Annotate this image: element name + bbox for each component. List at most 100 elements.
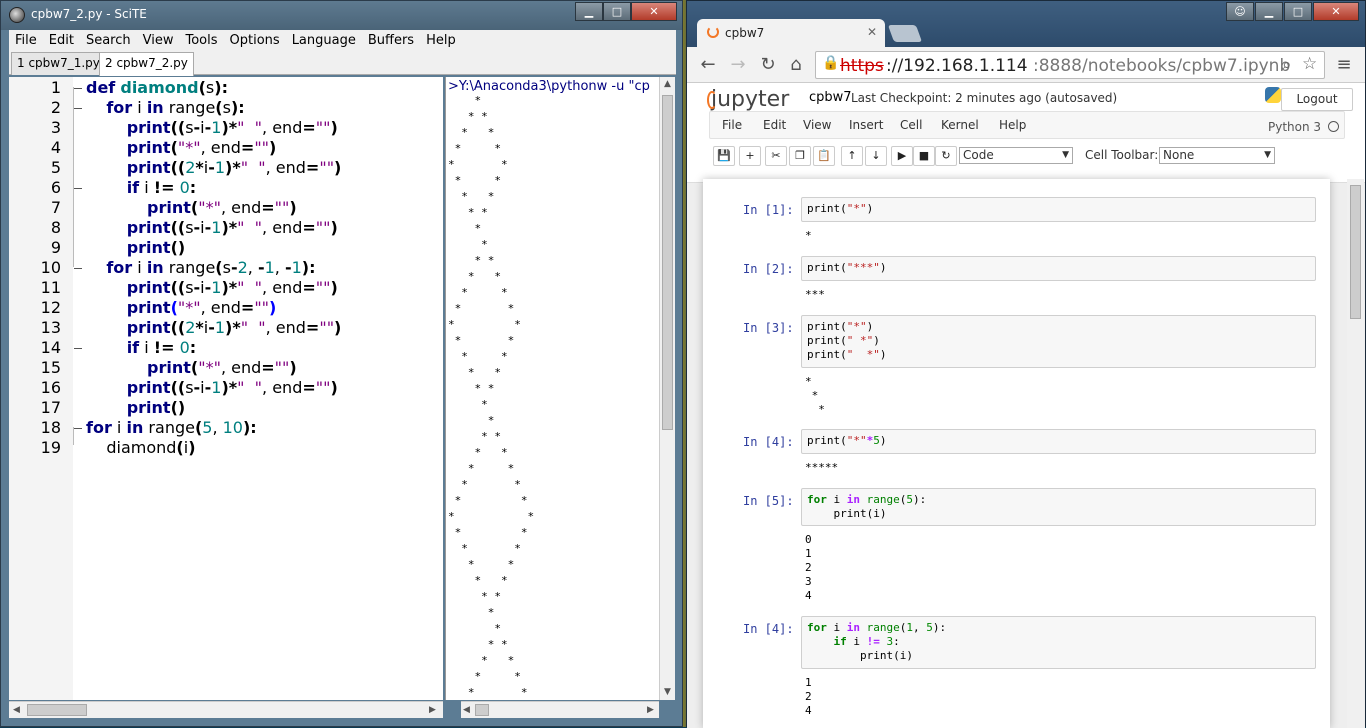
output-line: * * [448,190,495,203]
output-line: * [448,622,501,635]
menu-search[interactable]: Search [80,30,137,50]
menu-view[interactable]: View [137,30,180,50]
scroll-right-icon[interactable]: ▶ [429,705,436,715]
output-vertical-scrollbar[interactable]: ▲ ▼ [659,77,675,700]
nb-menu-view[interactable]: View [803,118,831,132]
fold-marker[interactable] [74,188,82,189]
output-pane[interactable]: >Y:\Anaconda3\pythonw -u "cp * * * * * *… [445,77,659,700]
nb-menu-kernel[interactable]: Kernel [941,118,979,132]
code-cell-input[interactable]: print("***") [801,256,1316,281]
code-line: print() [126,398,186,417]
fold-marker[interactable] [74,348,82,349]
menu-file[interactable]: File [9,30,43,50]
code-cell-input[interactable]: for i in range(1, 5): if i != 3: print(i… [801,616,1316,669]
menu-buffers[interactable]: Buffers [362,30,420,50]
copy-icon[interactable]: ❐ [789,146,811,166]
output-line: * * [448,654,515,667]
scite-titlebar[interactable]: cpbw7_2.py - SciTE ▁ □ ✕ [1,1,682,30]
maximize-button[interactable]: □ [1284,2,1312,21]
insecure-lock-icon: 🔒 [822,55,840,71]
browser-titlebar[interactable]: cpbw7 ✕ ☺ ▁ □ ✕ [687,1,1365,47]
fold-marker[interactable] [74,268,82,269]
scrollbar-thumb[interactable] [662,95,673,430]
close-button[interactable]: ✕ [1313,2,1359,21]
menu-options[interactable]: Options [224,30,286,50]
scroll-down-icon[interactable]: ▼ [664,687,671,697]
close-button[interactable]: ✕ [631,2,677,21]
scrollbar-thumb[interactable] [27,704,87,716]
output-line: * [448,238,488,251]
browser-tab[interactable]: cpbw7 ✕ [697,19,885,47]
scroll-up-icon[interactable]: ▲ [664,79,671,89]
code-line: print((s-i-1)*" ", end="") [126,378,338,397]
output-line: * * [448,670,521,683]
fold-marker[interactable] [74,88,82,89]
tab-cpbw7-1[interactable]: 1 cpbw7_1.py [11,52,106,75]
code-cell-input[interactable]: for i in range(5): print(i) [801,488,1316,526]
chrome-menu-icon[interactable]: ≡ [1333,54,1355,75]
close-tab-icon[interactable]: ✕ [867,25,877,39]
address-bar[interactable]: 🔒 https ://192.168.1.114 :8888/notebooks… [815,51,1325,79]
fold-marker[interactable] [74,108,82,109]
cell-toolbar-select[interactable]: None ▼ [1159,147,1275,164]
nb-menu-help[interactable]: Help [999,118,1026,132]
bookmark-star-icon[interactable]: ☆ [1302,54,1317,74]
menu-tools[interactable]: Tools [179,30,223,50]
insert-cell-icon[interactable]: + [739,146,761,166]
fold-marker[interactable] [74,428,82,429]
nb-menu-file[interactable]: File [722,118,742,132]
nb-menu-edit[interactable]: Edit [763,118,786,132]
output-line: * [448,94,482,107]
home-icon[interactable]: ⌂ [785,54,807,75]
new-tab-button[interactable] [887,25,923,42]
code-cell-input[interactable]: print("*") print(" *") print(" *") [801,315,1316,368]
url-scheme: https [840,56,884,76]
menu-language[interactable]: Language [286,30,362,50]
zoom-search-icon[interactable]: ⌕ [1282,55,1292,75]
jupyter-logo-icon [707,91,717,109]
page-vertical-scrollbar[interactable] [1347,179,1364,728]
scrollbar-thumb[interactable] [475,704,489,716]
fold-line [73,87,85,267]
output-line: * * [448,142,501,155]
nb-menu-insert[interactable]: Insert [849,118,883,132]
restart-icon[interactable]: ↻ [935,146,957,166]
paste-icon[interactable]: 📋 [813,146,835,166]
forward-arrow-icon[interactable]: → [727,54,749,75]
minimize-button[interactable]: ▁ [1255,2,1283,21]
scroll-left-icon[interactable]: ◀ [13,705,20,715]
scroll-left-icon[interactable]: ◀ [463,705,470,715]
cut-icon[interactable]: ✂ [765,146,787,166]
minimize-button[interactable]: ▁ [575,2,603,21]
stop-icon[interactable]: ■ [913,146,935,166]
menu-edit[interactable]: Edit [43,30,80,50]
jupyter-logo[interactable]: jupyter [707,87,789,112]
notebook-name[interactable]: cpbw7 [809,90,852,105]
code-cell-input[interactable]: print("*") [801,197,1316,222]
user-icon[interactable]: ☺ [1226,2,1254,21]
save-icon[interactable]: 💾 [713,146,735,166]
output-horizontal-scrollbar[interactable]: ◀ ▶ [461,701,659,718]
line-number: 7 [50,198,61,217]
move-down-icon[interactable]: ↓ [865,146,887,166]
jupyter-favicon-icon [707,26,719,38]
jupyter-header: jupyter cpbw7 Last Checkpoint: 2 minutes… [687,83,1365,183]
editor-horizontal-scrollbar[interactable]: ◀ ▶ [9,701,443,718]
cell-type-select[interactable]: Code ▼ [959,147,1073,164]
scrollbar-thumb[interactable] [1350,185,1361,319]
run-icon[interactable]: ▶ [891,146,913,166]
menu-help[interactable]: Help [420,30,462,50]
scite-app-icon [9,7,25,23]
output-line: * * [448,110,488,123]
logout-button[interactable]: Logout [1281,88,1353,111]
line-number: 19 [40,438,61,457]
back-arrow-icon[interactable]: ← [697,54,719,75]
reload-icon[interactable]: ↻ [757,54,779,75]
nb-menu-cell[interactable]: Cell [900,118,922,132]
scroll-right-icon[interactable]: ▶ [647,705,654,715]
maximize-button[interactable]: □ [603,2,631,21]
code-editor[interactable]: 1 2 3 4 5 6 7 8 9 10 11 12 13 14 15 16 17 18 19 def diamon… [9,77,443,700]
move-up-icon[interactable]: ↑ [841,146,863,166]
code-cell-input[interactable]: print("*"*5) [801,429,1316,454]
tab-cpbw7-2[interactable]: 2 cpbw7_2.py [99,52,194,76]
